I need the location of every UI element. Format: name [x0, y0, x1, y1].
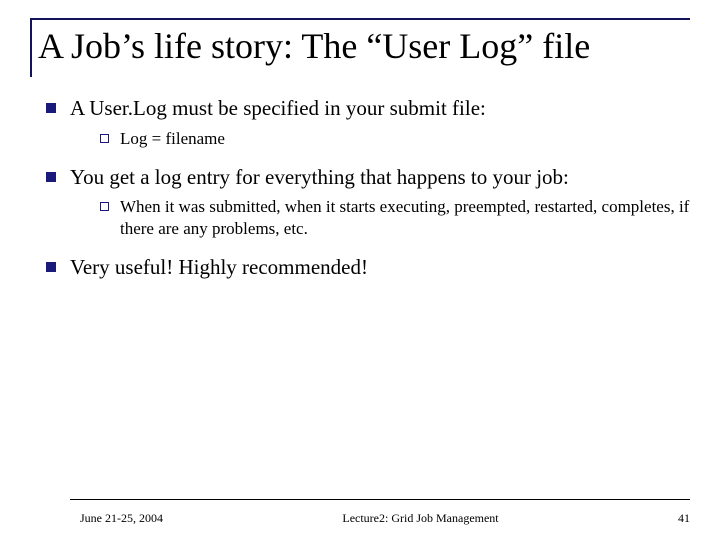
footer-page-number: 41	[678, 511, 690, 526]
bullet-item: Very useful! Highly recommended!	[46, 254, 690, 280]
slide: A Job’s life story: The “User Log” file …	[0, 0, 720, 540]
footer-rule	[70, 499, 690, 500]
bullet-list: A User.Log must be specified in your sub…	[36, 95, 690, 280]
sub-bullet-text: When it was submitted, when it starts ex…	[120, 197, 689, 238]
bullet-item: A User.Log must be specified in your sub…	[46, 95, 690, 149]
slide-content: A User.Log must be specified in your sub…	[30, 95, 690, 280]
sub-bullet-list: Log = filename	[70, 128, 690, 150]
footer: June 21-25, 2004 Lecture2: Grid Job Mana…	[0, 511, 720, 526]
footer-date: June 21-25, 2004	[80, 511, 163, 526]
sub-bullet-text: Log = filename	[120, 129, 225, 148]
bullet-text: A User.Log must be specified in your sub…	[70, 96, 486, 120]
sub-bullet-item: Log = filename	[100, 128, 690, 150]
sub-bullet-item: When it was submitted, when it starts ex…	[100, 196, 690, 240]
bullet-text: Very useful! Highly recommended!	[70, 255, 368, 279]
sub-bullet-list: When it was submitted, when it starts ex…	[70, 196, 690, 240]
footer-lecture: Lecture2: Grid Job Management	[163, 511, 678, 526]
slide-title: A Job’s life story: The “User Log” file	[38, 26, 690, 67]
bullet-item: You get a log entry for everything that …	[46, 164, 690, 240]
bullet-text: You get a log entry for everything that …	[70, 165, 569, 189]
title-block: A Job’s life story: The “User Log” file	[30, 18, 690, 77]
